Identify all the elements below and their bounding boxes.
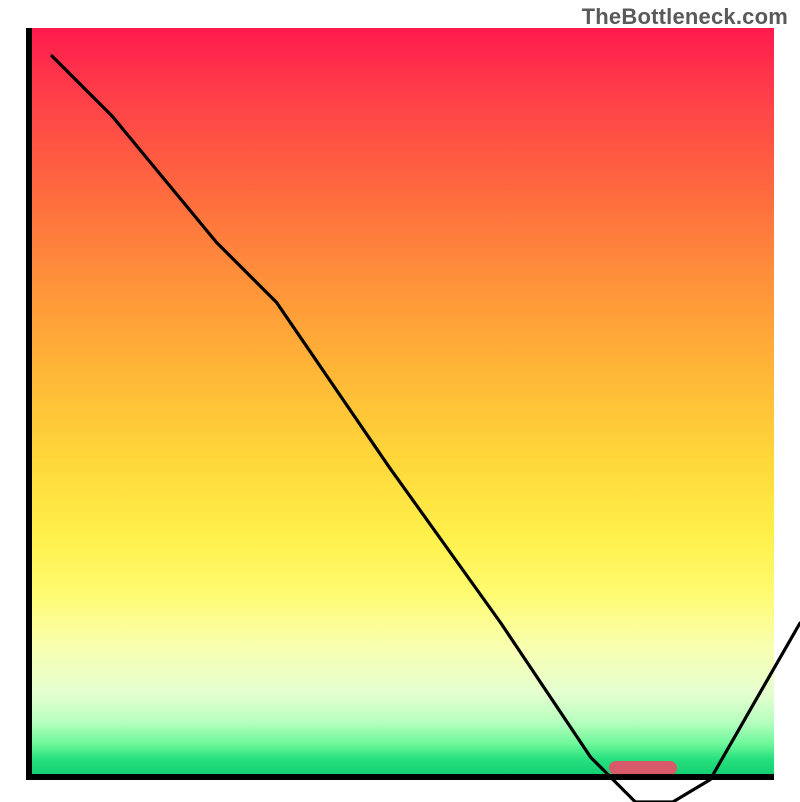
y-axis [26, 28, 32, 774]
x-axis [26, 774, 774, 780]
chart-container: TheBottleneck.com [0, 0, 800, 800]
curve-svg [52, 56, 800, 802]
optimal-range-marker [609, 761, 676, 775]
attribution-text: TheBottleneck.com [582, 4, 788, 30]
bottleneck-curve-line [52, 56, 800, 802]
plot-frame [26, 28, 774, 774]
